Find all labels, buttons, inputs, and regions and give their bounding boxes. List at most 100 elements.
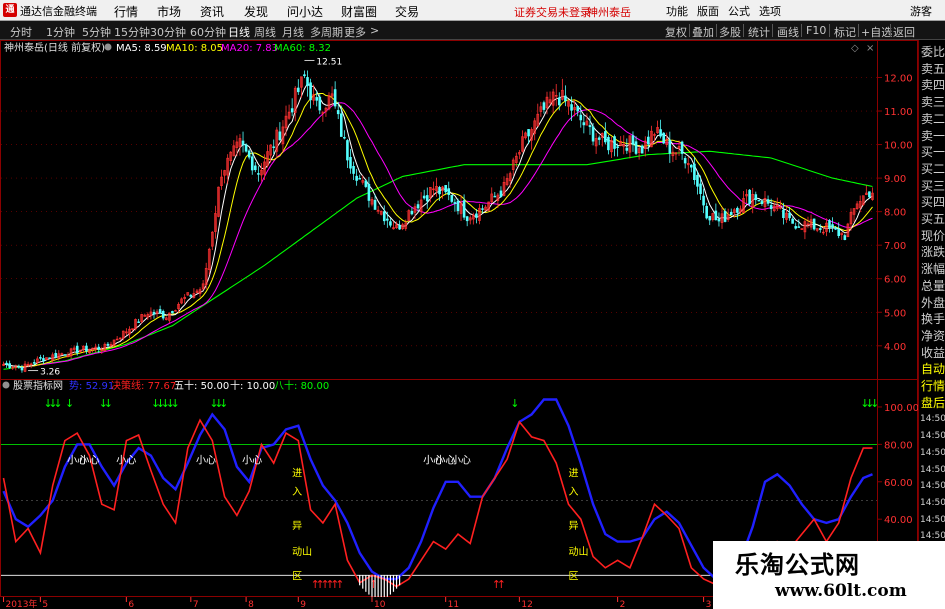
login-notice[interactable]: 证券交易未登录 bbox=[514, 4, 591, 20]
guest-label[interactable]: 游客 bbox=[910, 3, 932, 19]
candle-body bbox=[85, 345, 88, 352]
down-arrow-icon: ↓ bbox=[870, 397, 879, 410]
zone-label: 动山 bbox=[568, 546, 588, 558]
menu-item-discover[interactable]: 发现 bbox=[244, 3, 268, 20]
sidebar-item[interactable]: 收益 bbox=[920, 345, 945, 361]
sidebar-item[interactable]: 卖一 bbox=[920, 128, 945, 144]
sidebar-item[interactable]: 卖二 bbox=[920, 111, 945, 127]
watermark: 乐淘公式网 www.60lt.com bbox=[713, 541, 945, 609]
chart-svg[interactable]: 神州泰岳(日线 前复权) MA5: 8.59 MA10: 8.05 MA20: … bbox=[0, 40, 918, 597]
sidebar-item[interactable]: 14:50 bbox=[920, 428, 945, 444]
sidebar-item[interactable]: 委比 bbox=[920, 44, 945, 60]
sidebar-item[interactable]: 14:50 bbox=[920, 512, 945, 528]
period-tab-30min[interactable]: 30分钟 bbox=[150, 24, 186, 40]
menu-item-xiaoda[interactable]: 问小达 bbox=[287, 3, 323, 20]
sidebar-item[interactable]: 卖三 bbox=[920, 94, 945, 110]
toolbar-stats[interactable]: 统计 bbox=[748, 24, 770, 40]
period-tab-weekly[interactable]: 周线 bbox=[254, 24, 276, 40]
menu-item-hq[interactable]: 行情 bbox=[114, 3, 138, 20]
sidebar-item[interactable]: 现价 bbox=[920, 228, 945, 244]
chart-area[interactable]: 神州泰岳(日线 前复权) MA5: 8.59 MA10: 8.05 MA20: … bbox=[0, 40, 918, 600]
sidebar-item[interactable]: 卖四 bbox=[920, 77, 945, 93]
candle-body bbox=[640, 145, 644, 154]
period-tab-1min[interactable]: 1分钟 bbox=[46, 24, 75, 40]
period-tab-daily[interactable]: 日线 bbox=[228, 24, 250, 40]
ma5-line-group bbox=[3, 82, 873, 369]
period-tab-more[interactable]: 更多 bbox=[344, 24, 366, 40]
period-tab-multi[interactable]: 多周期 bbox=[310, 24, 343, 40]
sidebar-item[interactable]: 行情 bbox=[920, 378, 945, 394]
sidebar-item[interactable]: 买三 bbox=[920, 178, 945, 194]
sidebar-item[interactable]: 14:50 bbox=[920, 445, 945, 461]
sidebar-item[interactable]: 买二 bbox=[920, 161, 945, 177]
candle-body bbox=[247, 150, 251, 158]
date-tick-label: 3 bbox=[706, 600, 712, 609]
indicator-settings-icon[interactable] bbox=[2, 381, 10, 389]
period-tab-15min[interactable]: 15分钟 bbox=[114, 24, 150, 40]
candle-body bbox=[557, 97, 561, 106]
candle-body bbox=[591, 126, 595, 142]
toolbar-f10[interactable]: F10 bbox=[806, 24, 826, 37]
sidebar-item[interactable]: 涨幅 bbox=[920, 261, 945, 277]
settings-gear-icon[interactable] bbox=[104, 43, 112, 51]
price-annotation: 3.26 bbox=[40, 368, 60, 378]
menu-options[interactable]: 选项 bbox=[759, 3, 781, 19]
sidebar-item[interactable]: 换手 bbox=[920, 311, 945, 327]
toolbar-draw[interactable]: 画线 bbox=[777, 24, 799, 40]
sidebar-item[interactable]: 买四 bbox=[920, 194, 945, 210]
sidebar-item[interactable]: 总量 bbox=[920, 278, 945, 294]
toolbar-back[interactable]: 返回 bbox=[893, 24, 915, 40]
toolbar-overlay[interactable]: 叠加 bbox=[692, 24, 714, 40]
candle-body bbox=[647, 136, 650, 145]
period-tab-5min[interactable]: 5分钟 bbox=[82, 24, 111, 40]
toolbar-multi-stock[interactable]: 多股 bbox=[719, 24, 741, 40]
sidebar-item[interactable]: 涨跌 bbox=[920, 244, 945, 260]
chevron-right-icon[interactable]: > bbox=[370, 24, 379, 37]
candle-body bbox=[349, 156, 352, 169]
sidebar-item[interactable]: 自动 bbox=[920, 361, 945, 377]
sidebar-item[interactable]: 买一 bbox=[920, 144, 945, 160]
sidebar-item[interactable]: 14:50 bbox=[920, 411, 945, 427]
menu-item-trade[interactable]: 交易 bbox=[395, 3, 419, 20]
candle-body bbox=[54, 352, 58, 358]
period-tab-intraday[interactable]: 分时 bbox=[10, 24, 32, 40]
date-tick-label: 6 bbox=[128, 600, 134, 609]
app-logo-icon: 通 bbox=[3, 3, 17, 17]
sidebar-item[interactable]: 外盘 bbox=[920, 295, 945, 311]
candle-body bbox=[828, 220, 831, 229]
menu-item-wealth[interactable]: 财富圈 bbox=[341, 3, 377, 20]
menu-item-market[interactable]: 市场 bbox=[157, 3, 181, 20]
toolbar-adjust[interactable]: 复权 bbox=[665, 24, 687, 40]
candle-body bbox=[493, 195, 497, 198]
candle-body bbox=[604, 131, 607, 143]
sidebar-item[interactable]: 净资 bbox=[920, 328, 945, 344]
candle-body bbox=[422, 195, 426, 199]
date-tick-label: 9 bbox=[300, 600, 306, 609]
candle-body bbox=[812, 218, 816, 230]
toolbar-add-watchlist[interactable]: +自选 bbox=[861, 24, 892, 40]
toolbar-mark[interactable]: 标记 bbox=[834, 24, 856, 40]
candle-body bbox=[171, 310, 174, 314]
period-tab-monthly[interactable]: 月线 bbox=[282, 24, 304, 40]
down-arrow-icon: ↓ bbox=[65, 397, 74, 410]
sidebar-item[interactable]: 卖五 bbox=[920, 61, 945, 77]
sidebar-item[interactable]: 买五 bbox=[920, 211, 945, 227]
close-icon[interactable]: × bbox=[866, 43, 874, 54]
candle-body bbox=[339, 113, 343, 137]
menu-formula[interactable]: 公式 bbox=[728, 3, 750, 19]
menu-layout[interactable]: 版面 bbox=[697, 3, 719, 19]
candle-body bbox=[152, 311, 156, 315]
up-arrow-icon: ↑ bbox=[335, 578, 344, 591]
menu-item-news[interactable]: 资讯 bbox=[200, 3, 224, 20]
candle-body bbox=[97, 346, 101, 350]
candle-body bbox=[634, 141, 638, 154]
sidebar-item[interactable]: 14:50 bbox=[920, 495, 945, 511]
period-tab-60min[interactable]: 60分钟 bbox=[190, 24, 226, 40]
menu-function[interactable]: 功能 bbox=[666, 3, 688, 19]
sidebar-item[interactable]: 盘后 bbox=[920, 395, 945, 411]
sidebar-item[interactable]: 14:50 bbox=[920, 478, 945, 494]
sidebar-item[interactable]: 14:50 bbox=[920, 462, 945, 478]
candle-body bbox=[757, 199, 761, 202]
diamond-icon[interactable]: ◇ bbox=[851, 43, 859, 54]
candle-body bbox=[527, 129, 530, 137]
